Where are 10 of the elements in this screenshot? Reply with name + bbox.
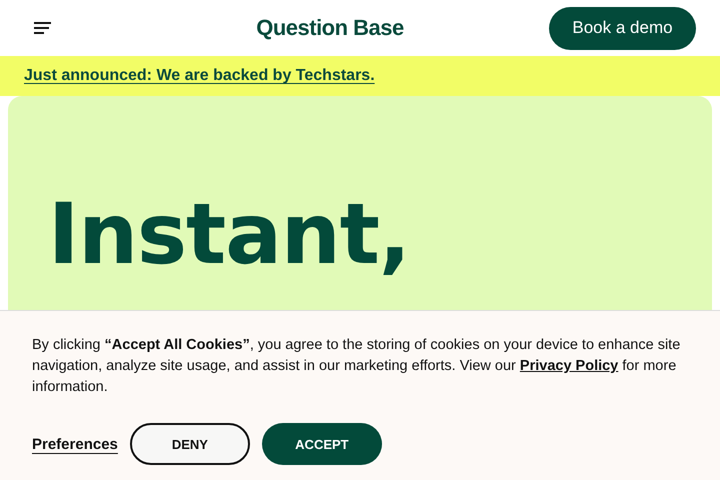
logo[interactable]: Question Base	[256, 15, 404, 41]
accept-button[interactable]: ACCEPT	[262, 423, 382, 465]
announcement-link[interactable]: Just announced: We are backed by Techstars.	[24, 67, 375, 85]
menu-icon[interactable]	[34, 22, 51, 34]
cookie-notice: By clicking “Accept All Cookies”, you agree to the storing of cookies on your device to enhance site navigation, analyze site usage, and assist in our marketing efforts. View our Privacy Policy for more information.	[32, 336, 682, 397]
privacy-policy-link[interactable]: Privacy Policy	[520, 358, 618, 374]
book-demo-button[interactable]: Book a demo	[548, 6, 696, 50]
hero-heading: Instant,	[48, 192, 411, 276]
deny-button[interactable]: DENY	[130, 423, 250, 465]
preferences-link[interactable]: Preferences	[32, 436, 118, 452]
